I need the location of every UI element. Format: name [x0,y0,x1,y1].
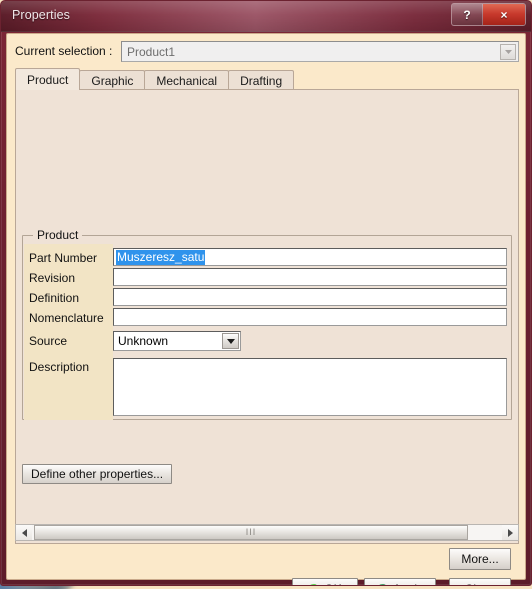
current-selection-value: Product1 [127,44,176,59]
field-row-revision: Revision [25,268,509,288]
source-value: Unknown [118,334,169,348]
part-number-input[interactable]: Muszeresz_satu [113,248,507,266]
part-number-value: Muszeresz_satu [116,249,206,265]
scrollbar-thumb[interactable]: III [34,525,468,540]
ok-button[interactable]: OK [292,578,358,585]
triangle-left-icon[interactable] [16,525,32,540]
tab-page-product: Product Part Number Muszeresz_satu Revis… [15,89,519,544]
scrollbar-track[interactable]: III [32,525,502,540]
revision-input[interactable] [113,268,507,286]
horizontal-scrollbar[interactable]: III [15,524,519,541]
tab-product[interactable]: Product [15,68,81,90]
source-dropdown[interactable]: Unknown [113,331,241,351]
chevron-down-icon[interactable] [500,44,516,60]
product-group-legend: Product [33,228,83,242]
title-bar[interactable]: Properties ? × [1,1,531,32]
more-button[interactable]: More... [449,548,511,570]
field-row-description: Description [25,358,509,418]
chevron-down-icon[interactable] [222,333,239,349]
apply-button[interactable]: Apply [364,578,436,585]
field-row-definition: Definition [25,288,509,308]
dialog-body: Current selection : Product1 Product Gra… [6,33,526,585]
current-selection-label: Current selection : [15,44,113,58]
help-button[interactable]: ? [452,4,483,25]
close-button[interactable]: Close [449,578,511,585]
source-label: Source [29,334,68,348]
description-textarea[interactable] [113,358,507,416]
tab-drafting[interactable]: Drafting [228,70,295,90]
tab-strip: Product Graphic Mechanical Drafting [15,68,519,90]
apply-button-label: Apply [393,582,423,585]
tab-mechanical[interactable]: Mechanical [144,70,230,90]
dark-green-orb-icon [376,583,388,585]
field-row-nomenclature: Nomenclature [25,308,509,328]
tab-graphic[interactable]: Graphic [79,70,146,90]
definition-label: Definition [29,291,80,305]
definition-input[interactable] [113,288,507,306]
current-selection-row: Current selection : Product1 [15,41,519,62]
product-group-box: Product Part Number Muszeresz_satu Revis… [22,228,512,420]
define-other-properties-button[interactable]: Define other properties... [22,464,173,484]
scrollbar-grip: III [245,527,257,537]
nomenclature-input[interactable] [113,308,507,326]
nomenclature-label: Nomenclature [29,311,104,325]
properties-dialog-window: Properties ? × Current selection : Produ… [0,0,532,586]
window-title: Properties [12,8,70,22]
field-row-part-number: Part Number Muszeresz_satu [25,248,509,268]
current-selection-combo[interactable]: Product1 [121,41,519,62]
caption-button-group: ? × [451,3,526,26]
close-window-button[interactable]: × [483,4,525,25]
part-number-label: Part Number [29,251,98,265]
revision-label: Revision [29,271,76,285]
green-orb-icon [308,583,320,585]
field-row-source: Source Unknown [25,331,509,351]
ok-button-label: OK [324,582,341,585]
description-label: Description [29,360,90,374]
triangle-right-icon[interactable] [502,525,518,540]
